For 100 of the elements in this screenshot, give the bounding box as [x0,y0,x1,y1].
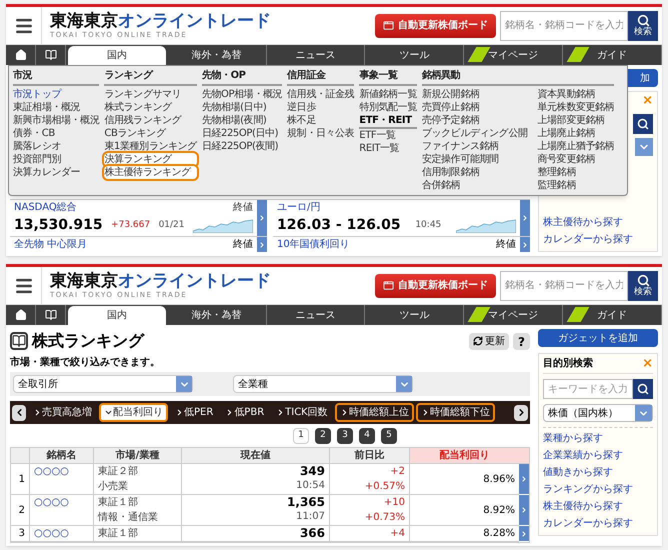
detail-button[interactable] [519,495,529,526]
detail-button[interactable] [519,464,529,495]
add-gadget-button[interactable]: ガジェットを追加 [538,329,658,347]
menu-item[interactable]: 規制・日々公表 [287,127,354,140]
menu-item[interactable]: 売停予定銘柄 [422,114,528,127]
close-label: 終値 [233,201,253,215]
menu-item[interactable]: 合併銘柄 [422,179,528,192]
menu-item[interactable]: 日経225OP(日中) [202,127,282,140]
menu-item[interactable]: 決算カレンダー [13,166,100,179]
menu-item[interactable]: REIT一覧 [359,142,417,155]
menu-item[interactable]: ファイナンス銘柄 [422,140,528,153]
market-name[interactable]: NASDAQ総合 [14,200,77,215]
chevron-right-icon [33,408,42,417]
search-link[interactable]: 値動きから探す [543,465,653,480]
menu-item[interactable]: 安定操作可能期間 [422,153,528,166]
menu-item[interactable]: 監理銘柄 [538,179,614,192]
menu-item[interactable]: 騰落レシオ [13,140,100,153]
nav-tab[interactable]: マイページ [464,305,564,325]
menu-item[interactable]: 単元株数変更銘柄 [538,101,614,114]
market-text: 東証２部 [98,464,139,479]
menu-item[interactable]: ブックビルディング公開 [422,127,528,140]
stock-name-link[interactable]: ○○○○ [34,466,69,477]
next-button[interactable] [514,404,528,420]
menu-item[interactable]: ETF一覧 [359,129,417,142]
search-link[interactable]: ランキングから探す [543,482,653,497]
sector-text: 小売業 [98,480,129,494]
select-field[interactable]: 株価（国内株） [543,404,653,422]
menu-item[interactable]: 投資部門別 [13,153,100,166]
menu-item[interactable]: 東証相場・概況 [13,101,100,114]
menu-item[interactable]: 新値銘柄一覧 [359,88,417,101]
menu-item[interactable]: 信用残ランキング [104,114,197,127]
stock-board-button[interactable]: 自動更新株価ボード [375,274,496,298]
chevron-button[interactable] [257,237,267,252]
search-button[interactable]: 検索 [628,10,658,40]
search-link[interactable]: 企業業績から探す [543,448,653,463]
select-field[interactable]: 全業種 [233,375,413,393]
nav-tab[interactable]: 国内 [68,46,166,65]
nav-tab[interactable]: ツール [365,305,464,325]
search-link[interactable]: カレンダーから探す [543,232,653,247]
search-link[interactable]: カレンダーから探す [543,516,653,531]
page-button[interactable]: 3 [337,428,353,444]
nav-tab[interactable]: ニュース [266,305,366,325]
menu-item[interactable]: 信用制限銘柄 [422,166,528,179]
stock-board-button[interactable]: 自動更新株価ボード [375,14,496,38]
page-button[interactable]: 1 [293,428,309,444]
menu-item[interactable]: 株不足 [287,114,354,127]
market-name[interactable]: 全先物 中心限月 [14,237,88,252]
menu-item[interactable]: 先物相場(日中) [202,101,282,114]
menu-item[interactable]: 上場廃止銘柄 [538,127,614,140]
refresh-button[interactable]: 更新 [469,332,509,350]
search-link[interactable]: 業種から探す [543,431,653,446]
menu-item[interactable]: 特別気配一覧 [359,101,417,114]
change-text: +2 [390,465,405,479]
menu-item[interactable]: 株主優待ランキング [104,166,197,179]
market-name[interactable]: ユーロ/円 [277,200,516,215]
keyword-field[interactable]: キーワードを入力 [543,379,633,399]
menu-item[interactable]: 上場廃止猶予銘柄 [538,140,614,153]
search-link[interactable]: 株主優待から探す [543,499,653,514]
search-button[interactable]: 検索 [628,270,658,300]
column-header: 銘柄名 [29,448,93,464]
menu-item[interactable]: ランキングサマリ [104,88,197,101]
menu-item[interactable]: 新興市場相場・概況 [13,114,100,127]
menu-item[interactable]: 先物OP相場・概況 [202,88,282,101]
nav-tab[interactable]: ガイド [563,305,662,325]
menu-item[interactable]: 商号変更銘柄 [538,153,614,166]
search-link[interactable]: 株主優待から探す [543,215,653,230]
yield-text: 8.28% [483,527,515,541]
menu-item[interactable]: 市況トップ [13,88,100,101]
chevron-button[interactable] [520,237,530,252]
nav-tab[interactable]: 海外・為替 [168,305,267,325]
help-button[interactable]: ? [513,332,530,350]
menu-item[interactable]: 逆日歩 [287,101,354,114]
menu-item[interactable]: 整理銘柄 [538,166,614,179]
stock-name-link[interactable]: ○○○○ [34,497,69,508]
stock-name-link[interactable]: ○○○○ [34,528,69,539]
menu-item[interactable]: 上場部変更銘柄 [538,114,614,127]
page-button[interactable]: 2 [315,428,331,444]
search-button[interactable] [633,114,653,134]
previous-button[interactable] [12,404,26,420]
nav-tab[interactable]: 国内 [68,306,166,325]
ranking-tab[interactable]: 配当利回り [99,403,168,422]
ranking-tab[interactable]: 時価総額上位 [334,403,414,422]
menu-heading: 信用証金 [287,68,354,86]
menu-item[interactable]: 先物相場(夜間) [202,114,282,127]
ranking-tab[interactable]: 時価総額下位 [416,403,495,422]
menu-item[interactable]: 売買停止銘柄 [422,101,528,114]
menu-item[interactable]: 信用残・証金残 [287,88,354,101]
detail-button[interactable] [519,526,529,542]
search-button[interactable] [633,379,653,399]
market-name[interactable]: 10年国債利回り [277,237,350,252]
page-button[interactable]: 4 [359,428,375,444]
menu-item[interactable]: 株式ランキング [104,101,197,114]
menu-item[interactable]: CBランキング [104,127,197,140]
menu-item[interactable]: 資本異動銘柄 [538,88,614,101]
menu-item[interactable]: 新規公開銘柄 [422,88,528,101]
menu-item[interactable]: 債券・CB [13,127,100,140]
select-field[interactable]: 全取引所 [13,375,193,393]
page-button[interactable]: 5 [381,428,397,444]
menu-item[interactable]: 日経225OP(夜間) [202,140,282,153]
menu-item[interactable]: 東1業種別ランキング [104,140,197,153]
